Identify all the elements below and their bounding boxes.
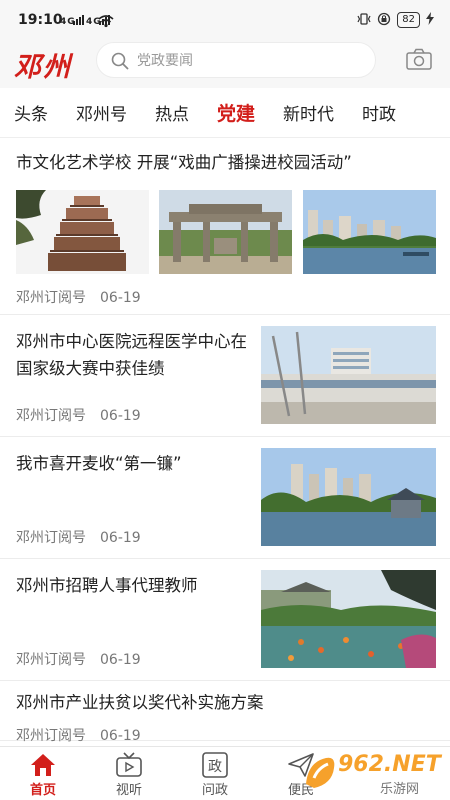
news-thumbnail-gate: [159, 190, 292, 274]
news-thumbnail-hospital: [261, 326, 436, 424]
tab-toutiao[interactable]: 头条: [0, 100, 62, 125]
watermark-subtext: 乐游网: [380, 782, 420, 797]
vibrate-icon: [357, 12, 371, 29]
news-thumbnail-garden: [261, 570, 436, 668]
news-title: 邓州市中心医院远程医学中心在国家级大赛中获佳绩: [16, 332, 247, 378]
nav-label: 视听: [115, 783, 142, 798]
news-date: 06-19: [100, 290, 141, 306]
tv-icon: [116, 752, 142, 777]
status-bar: 19:10 4G 4G 82: [0, 0, 450, 40]
news-title: 邓州市产业扶贫以奖代补实施方案: [16, 693, 264, 712]
home-icon: [31, 754, 55, 776]
status-time: 19:10: [18, 12, 63, 28]
nav-label: 首页: [29, 783, 56, 798]
news-item[interactable]: 邓州市招聘人事代理教师 邓州订阅号 06-19: [0, 559, 450, 681]
news-meta: 邓州订阅号 06-19: [16, 287, 141, 307]
app-logo: 邓州: [14, 52, 72, 83]
news-title: 邓州市招聘人事代理教师: [16, 576, 198, 595]
category-tabs: 头条 邓州号 热点 党建 新时代 时政: [0, 88, 450, 138]
charging-icon: [426, 12, 434, 28]
tab-redian[interactable]: 热点: [141, 100, 203, 125]
news-meta: 邓州订阅号 06-19: [16, 725, 141, 745]
news-date: 06-19: [100, 728, 141, 744]
news-list: 市文化艺术学校 开展“戏曲广播操进校园活动” 邓州订阅号 06-19 邓州市中心…: [0, 138, 450, 746]
watermark-text: 962.NET: [338, 752, 441, 777]
zheng-icon: 政: [202, 752, 228, 778]
news-title: 我市喜开麦收“第一镰”: [16, 454, 182, 473]
news-meta: 邓州订阅号 06-19: [16, 527, 141, 547]
news-item[interactable]: 邓州市中心医院远程医学中心在国家级大赛中获佳绩 邓州订阅号 06-19: [0, 315, 450, 437]
tab-shizheng[interactable]: 时政: [348, 100, 410, 125]
nav-label: 问政: [201, 783, 228, 798]
news-source: 邓州订阅号: [16, 408, 86, 424]
nav-home[interactable]: 首页: [0, 747, 86, 800]
watermark-962: 962.NET 乐游网: [302, 752, 444, 797]
watermark-logo-icon: [306, 757, 335, 788]
battery-indicator: 82: [397, 12, 420, 28]
wifi-icon: [98, 13, 114, 32]
news-item[interactable]: 我市喜开麦收“第一镰” 邓州订阅号 06-19: [0, 437, 450, 559]
search-input[interactable]: [137, 50, 357, 72]
news-thumbnail-pagoda: [16, 190, 149, 274]
news-date: 06-19: [100, 408, 141, 424]
lock-rotation-icon: [377, 12, 391, 29]
news-title: 市文化艺术学校 开展“戏曲广播操进校园活动”: [16, 153, 352, 172]
news-source: 邓州订阅号: [16, 652, 86, 668]
app-header: 邓州: [0, 40, 450, 88]
news-source: 邓州订阅号: [16, 530, 86, 546]
news-thumbnail-lake-city: [303, 190, 436, 274]
nav-wenzheng[interactable]: 政 问政: [172, 747, 258, 800]
news-meta: 邓州订阅号 06-19: [16, 649, 141, 669]
news-source: 邓州订阅号: [16, 728, 86, 744]
search-box[interactable]: [96, 42, 376, 78]
news-item[interactable]: 邓州市产业扶贫以奖代补实施方案 邓州订阅号 06-19: [0, 681, 450, 744]
news-meta: 邓州订阅号 06-19: [16, 405, 141, 425]
nav-video[interactable]: 视听: [86, 747, 172, 800]
news-date: 06-19: [100, 530, 141, 546]
news-item[interactable]: 市文化艺术学校 开展“戏曲广播操进校园活动” 邓州订阅号 06-19: [0, 138, 450, 315]
news-date: 06-19: [100, 652, 141, 668]
search-icon: [111, 52, 129, 70]
tab-dengzhouhao[interactable]: 邓州号: [62, 100, 141, 125]
tab-dangjian[interactable]: 党建: [203, 99, 269, 126]
status-right: 82: [357, 11, 434, 29]
svg-text:政: 政: [208, 759, 222, 775]
tab-xinshidai[interactable]: 新时代: [269, 100, 348, 125]
news-source: 邓州订阅号: [16, 290, 86, 306]
news-thumbnail-riverside: [261, 448, 436, 546]
camera-icon[interactable]: [406, 48, 432, 70]
